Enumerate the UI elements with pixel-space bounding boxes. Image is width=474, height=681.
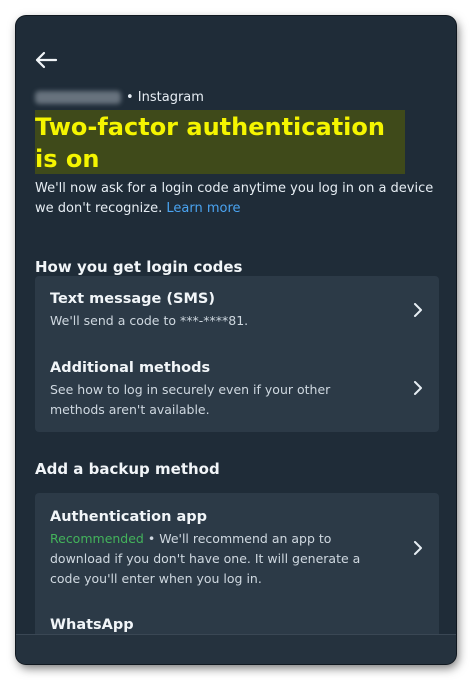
bottom-bar — [16, 634, 456, 664]
additional-methods-title: Additional methods — [50, 360, 211, 376]
page-title: Two-factor authentication is on — [35, 113, 385, 173]
authentication-app-item[interactable]: Authentication app Recommended • We'll r… — [35, 493, 439, 601]
app-window: • Instagram Two-factor authentication is… — [16, 16, 456, 664]
chevron-right-icon — [414, 381, 422, 395]
page-description: We'll now ask for a login code anytime y… — [35, 179, 445, 219]
blurred-username — [35, 90, 121, 104]
back-arrow-icon[interactable] — [34, 50, 58, 70]
chevron-right-icon — [414, 303, 422, 317]
additional-methods-subtitle: See how to log in securely even if your … — [50, 382, 331, 417]
additional-methods-item[interactable]: Additional methods See how to log in sec… — [35, 344, 439, 432]
backup-method-heading: Add a backup method — [35, 460, 220, 478]
learn-more-link[interactable]: Learn more — [166, 201, 240, 216]
authentication-app-title: Authentication app — [50, 509, 208, 525]
account-platform-label: • Instagram — [126, 89, 204, 105]
recommended-badge: Recommended — [50, 531, 144, 546]
sms-method-subtitle: We'll send a code to ***-****81. — [50, 313, 249, 328]
login-codes-heading: How you get login codes — [35, 258, 243, 276]
sms-method-title: Text message (SMS) — [50, 291, 215, 307]
login-codes-card: Text message (SMS) We'll send a code to … — [35, 276, 439, 432]
chevron-right-icon — [414, 541, 422, 555]
account-row: • Instagram — [35, 88, 204, 106]
whatsapp-title: WhatsApp — [50, 617, 134, 633]
sms-method-item[interactable]: Text message (SMS) We'll send a code to … — [35, 276, 439, 344]
authentication-app-subtitle: Recommended • We'll recommend an app to … — [50, 529, 370, 589]
